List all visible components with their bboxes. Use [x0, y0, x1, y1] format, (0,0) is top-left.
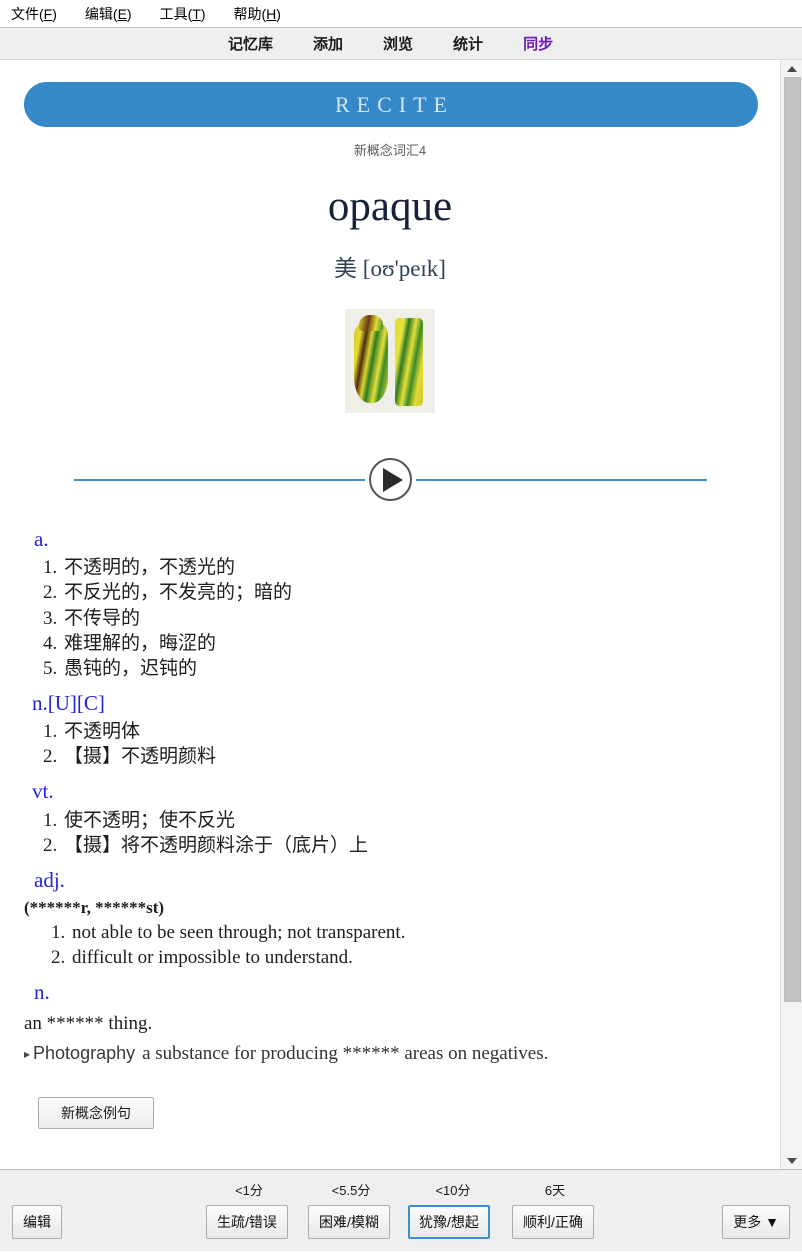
pos-label-adj: adj.: [34, 867, 65, 892]
nav-item-add[interactable]: 添加: [313, 33, 343, 54]
sense-item: difficult or impossible to understand.: [70, 945, 780, 970]
answer-toolbar: 编辑 <1分 生疏/错误 <5.5分 困难/模糊 <10分 犹豫/想起 6天 顺…: [0, 1170, 802, 1251]
pos-label-n: n.: [34, 980, 50, 1005]
vase-left-icon: [354, 321, 388, 403]
recite-banner-label: RECITE: [335, 91, 454, 117]
sense-item: 使不透明；使不反光: [62, 808, 780, 833]
triangle-bullet-icon: ▸: [24, 1046, 31, 1061]
grade-interval-good: <10分: [435, 1183, 471, 1198]
sense-list-n-uc: 不透明体 【摄】不透明颜料: [24, 719, 780, 769]
domain-label: Photography: [33, 1042, 136, 1063]
sense-plain-text: an ****** thing.: [24, 1012, 153, 1034]
nav-item-sync[interactable]: 同步: [523, 33, 553, 54]
grade-button-easy[interactable]: 顺利/正确: [512, 1205, 594, 1239]
sense-item: 不透明的，不透光的: [62, 555, 780, 580]
grade-button-good[interactable]: 犹豫/想起: [408, 1205, 490, 1239]
menu-item-help-label: 帮助(H): [233, 5, 281, 22]
example-button-row: 新概念例句: [38, 1096, 780, 1129]
menu-item-edit[interactable]: 编辑(E): [82, 2, 135, 26]
sense-list-a: 不透明的，不透光的 不反光的，不发亮的；暗的 不传导的 难理解的，晦涩的 愚钝的…: [24, 555, 780, 680]
sense-item: 不透明体: [62, 719, 780, 744]
play-audio-button[interactable]: [368, 458, 412, 501]
chevron-down-icon: [787, 1157, 797, 1164]
new-concept-example-button[interactable]: 新概念例句: [38, 1096, 154, 1129]
scrollbar-thumb[interactable]: [784, 77, 801, 1002]
edit-button[interactable]: 编辑: [12, 1205, 62, 1239]
deck-name-label: 新概念词汇4: [353, 143, 427, 158]
pos-label-n-uc: n.[U][C]: [32, 690, 105, 715]
sense-list-adj: not able to be seen through; not transpa…: [24, 920, 780, 970]
menu-item-edit-label: 编辑(E): [84, 5, 132, 22]
scroll-up-button[interactable]: [781, 60, 802, 77]
play-divider-left: [73, 478, 365, 481]
card-content: RECITE 新概念词汇4 opaque 美 [oʊ'peɪk] a. 不透明的…: [0, 60, 780, 1169]
sense-item: 【摄】将不透明颜料涂于（底片）上: [62, 833, 780, 858]
card-area: RECITE 新概念词汇4 opaque 美 [oʊ'peɪk] a. 不透明的…: [0, 60, 802, 1170]
nav-item-stats[interactable]: 统计: [453, 33, 483, 54]
play-divider-right: [415, 478, 707, 481]
domain-note-text: a substance for producing ****** areas o…: [142, 1042, 549, 1064]
scroll-down-button[interactable]: [781, 1152, 802, 1169]
domain-note-line: ▸ Photography a substance for producing **…: [24, 1043, 780, 1065]
more-button[interactable]: 更多 ▼: [722, 1205, 790, 1239]
sense-item: not able to be seen through; not transpa…: [70, 920, 780, 945]
main-nav-bar: 记忆库 添加 浏览 统计 同步: [0, 27, 802, 60]
pos-label-vt: vt.: [32, 779, 54, 804]
phonetic-region-label: 美: [334, 256, 358, 281]
grade-interval-again: <1分: [235, 1183, 263, 1198]
menu-item-tools[interactable]: 工具(T): [157, 2, 209, 26]
sense-item: 愚钝的，迟钝的: [62, 656, 780, 681]
sense-item: 不传导的: [62, 606, 780, 631]
definitions: a. 不透明的，不透光的 不反光的，不发亮的；暗的 不传导的 难理解的，晦涩的 …: [0, 525, 780, 1065]
sense-list-vt: 使不透明；使不反光 【摄】将不透明颜料涂于（底片）上: [24, 808, 780, 858]
word-image: [345, 309, 435, 413]
menu-item-file-label: 文件(F): [11, 5, 57, 22]
vase-right-icon: [395, 318, 423, 406]
menu-bar: 文件(F) 编辑(E) 工具(T) 帮助(H): [0, 0, 802, 27]
menu-item-file[interactable]: 文件(F): [8, 2, 60, 26]
chevron-up-icon: [787, 65, 797, 72]
nav-item-browse[interactable]: 浏览: [383, 33, 413, 54]
sense-item: 【摄】不透明颜料: [62, 744, 780, 769]
headword: opaque: [327, 183, 453, 230]
inflection-forms: (******r, ******st): [24, 898, 165, 918]
sense-item: 不反光的，不发亮的；暗的: [62, 580, 780, 605]
menu-item-tools-label: 工具(T): [159, 5, 206, 22]
vertical-scrollbar[interactable]: [780, 60, 802, 1169]
recite-banner: RECITE: [24, 82, 758, 127]
grade-button-again[interactable]: 生疏/错误: [206, 1205, 288, 1239]
play-icon: [383, 467, 403, 492]
nav-item-decks[interactable]: 记忆库: [228, 33, 273, 54]
grade-interval-easy: 6天: [544, 1183, 566, 1198]
audio-play-row: [0, 458, 780, 501]
grade-button-hard[interactable]: 困难/模糊: [308, 1205, 390, 1239]
phonetic-line: 美 [oʊ'peɪk]: [0, 249, 780, 283]
vase-left-neck-icon: [359, 315, 383, 331]
sense-item: 难理解的，晦涩的: [62, 631, 780, 656]
phonetic-transcription: [oʊ'peɪk]: [362, 256, 446, 281]
menu-item-help[interactable]: 帮助(H): [231, 2, 284, 26]
pos-label-a: a.: [34, 527, 49, 551]
grade-interval-hard: <5.5分: [331, 1183, 371, 1198]
